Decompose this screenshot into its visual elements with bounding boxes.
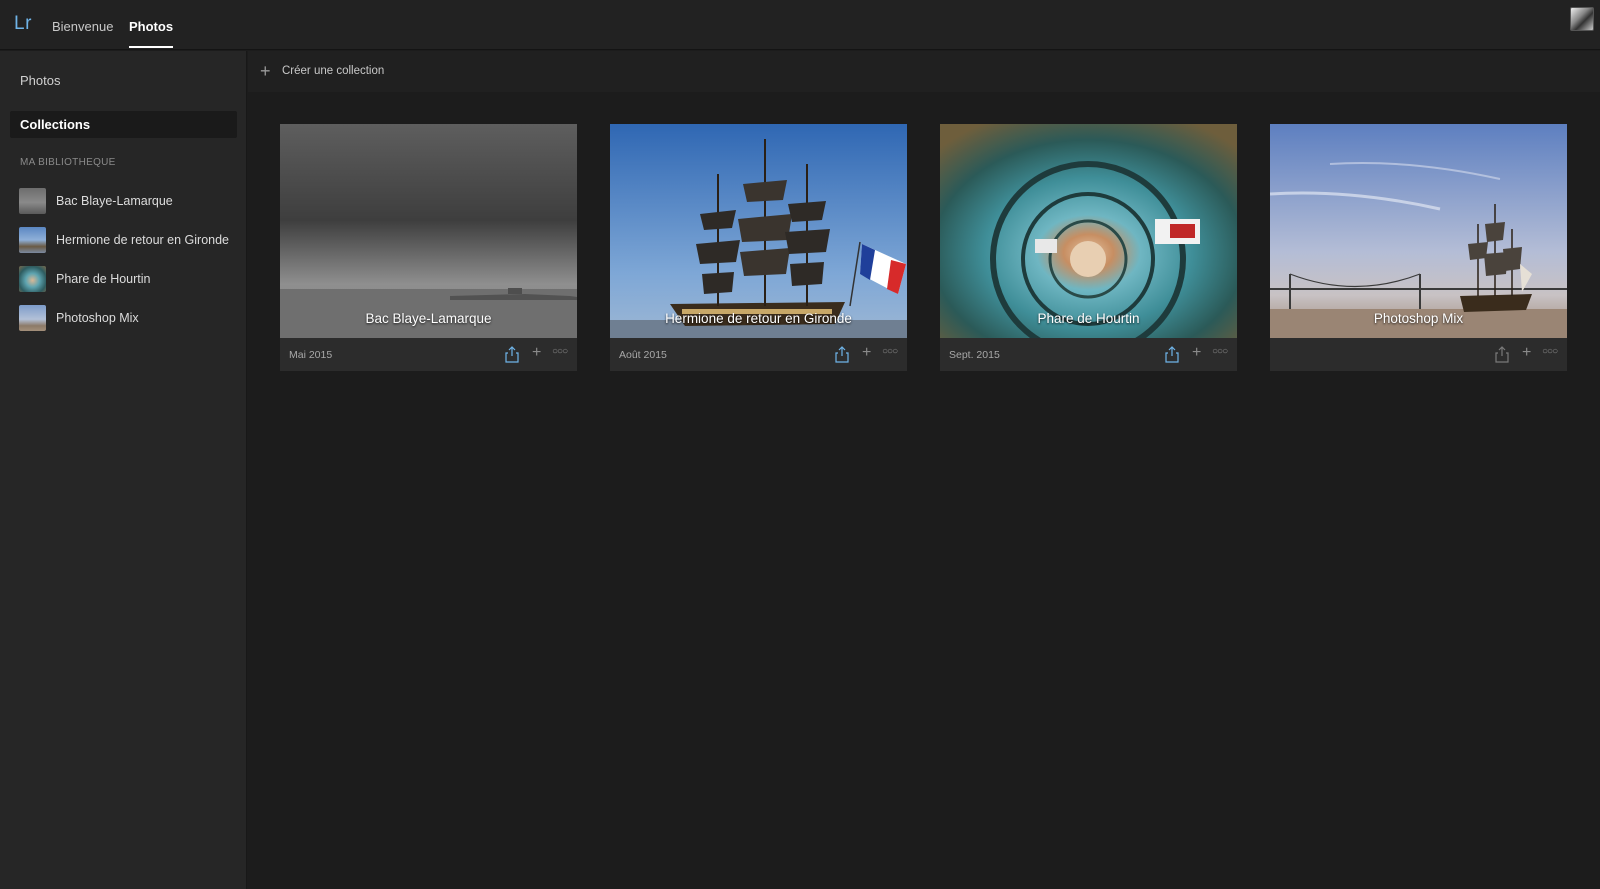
collection-title: Photoshop Mix — [1373, 311, 1464, 326]
collection-card[interactable]: Phare de Hourtin Sept. 2015 + ○○○ — [940, 124, 1237, 371]
tab-photos[interactable]: Photos — [129, 19, 174, 48]
sidebar-item-collections[interactable]: Collections — [10, 111, 237, 138]
sidebar-item-label: Phare de Hourtin — [56, 272, 151, 286]
card-footer: Août 2015 + ○○○ — [610, 338, 907, 371]
create-collection-button[interactable]: Créer une collection — [282, 65, 384, 77]
collection-title: Hermione de retour en Gironde — [665, 311, 852, 326]
more-options-icon[interactable]: ○○○ — [1212, 346, 1228, 357]
tall-ship-image — [610, 124, 907, 338]
rainy-estuary-image — [280, 124, 577, 338]
sidebar-item-label: Photoshop Mix — [56, 311, 139, 325]
sidebar-item-bac-blaye-lamarque[interactable]: Bac Blaye-Lamarque — [19, 187, 239, 215]
more-options-icon[interactable]: ○○○ — [1542, 346, 1558, 357]
sidebar-item-label: Hermione de retour en Gironde — [56, 233, 230, 247]
avatar[interactable] — [1570, 7, 1594, 31]
ship-and-bridge-image — [1270, 124, 1567, 338]
add-icon[interactable]: + — [862, 345, 871, 361]
card-footer: + ○○○ — [1270, 338, 1567, 371]
sidebar-item-phare-de-hourtin[interactable]: Phare de Hourtin — [19, 265, 239, 293]
sidebar: Photos Collections MA BIBLIOTHEQUE Bac B… — [0, 51, 247, 889]
collection-thumbnail — [19, 188, 46, 214]
collection-thumbnail — [19, 266, 46, 292]
sidebar-item-label: Collections — [20, 117, 91, 132]
sidebar-item-photos[interactable]: Photos — [20, 73, 60, 88]
collection-cover-image[interactable] — [1270, 124, 1567, 338]
top-bar: Lr Bienvenue Photos — [0, 0, 1600, 50]
tab-bienvenue[interactable]: Bienvenue — [52, 19, 113, 34]
sidebar-item-label: Bac Blaye-Lamarque — [56, 194, 173, 208]
collection-card[interactable]: Photoshop Mix + ○○○ — [1270, 124, 1567, 371]
share-icon[interactable] — [1165, 346, 1179, 363]
collection-cover-image[interactable] — [280, 124, 577, 338]
main-content: + Créer une collection Bac Blaye-Lamarqu… — [248, 51, 1600, 889]
spiral-staircase-image — [940, 124, 1237, 338]
card-footer: Sept. 2015 + ○○○ — [940, 338, 1237, 371]
lightroom-logo[interactable]: Lr — [14, 13, 32, 35]
sidebar-item-photoshop-mix[interactable]: Photoshop Mix — [19, 304, 239, 332]
share-icon[interactable] — [1495, 346, 1509, 363]
add-icon[interactable]: + — [532, 345, 541, 361]
share-icon[interactable] — [835, 346, 849, 363]
card-footer: Mai 2015 + ○○○ — [280, 338, 577, 371]
collection-thumbnail — [19, 227, 46, 253]
collection-date: Sept. 2015 — [949, 349, 1000, 361]
collection-cover-image[interactable] — [940, 124, 1237, 338]
collection-date: Août 2015 — [619, 349, 667, 361]
collection-title: Phare de Hourtin — [1037, 311, 1140, 326]
collection-card[interactable]: Bac Blaye-Lamarque Mai 2015 + ○○○ — [280, 124, 577, 371]
sidebar-item-hermione[interactable]: Hermione de retour en Gironde — [19, 226, 239, 254]
collections-toolbar: + Créer une collection — [248, 51, 1600, 92]
section-heading-library: MA BIBLIOTHEQUE — [20, 157, 116, 168]
more-options-icon[interactable]: ○○○ — [552, 346, 568, 357]
share-icon[interactable] — [505, 346, 519, 363]
collection-thumbnail — [19, 305, 46, 331]
add-icon[interactable]: + — [1192, 345, 1201, 361]
collection-card[interactable]: Hermione de retour en Gironde Août 2015 … — [610, 124, 907, 371]
more-options-icon[interactable]: ○○○ — [882, 346, 898, 357]
add-icon[interactable]: + — [1522, 345, 1531, 361]
collection-cover-image[interactable] — [610, 124, 907, 338]
plus-icon[interactable]: + — [260, 62, 271, 80]
collection-date: Mai 2015 — [289, 349, 333, 361]
collection-title: Bac Blaye-Lamarque — [365, 311, 492, 326]
